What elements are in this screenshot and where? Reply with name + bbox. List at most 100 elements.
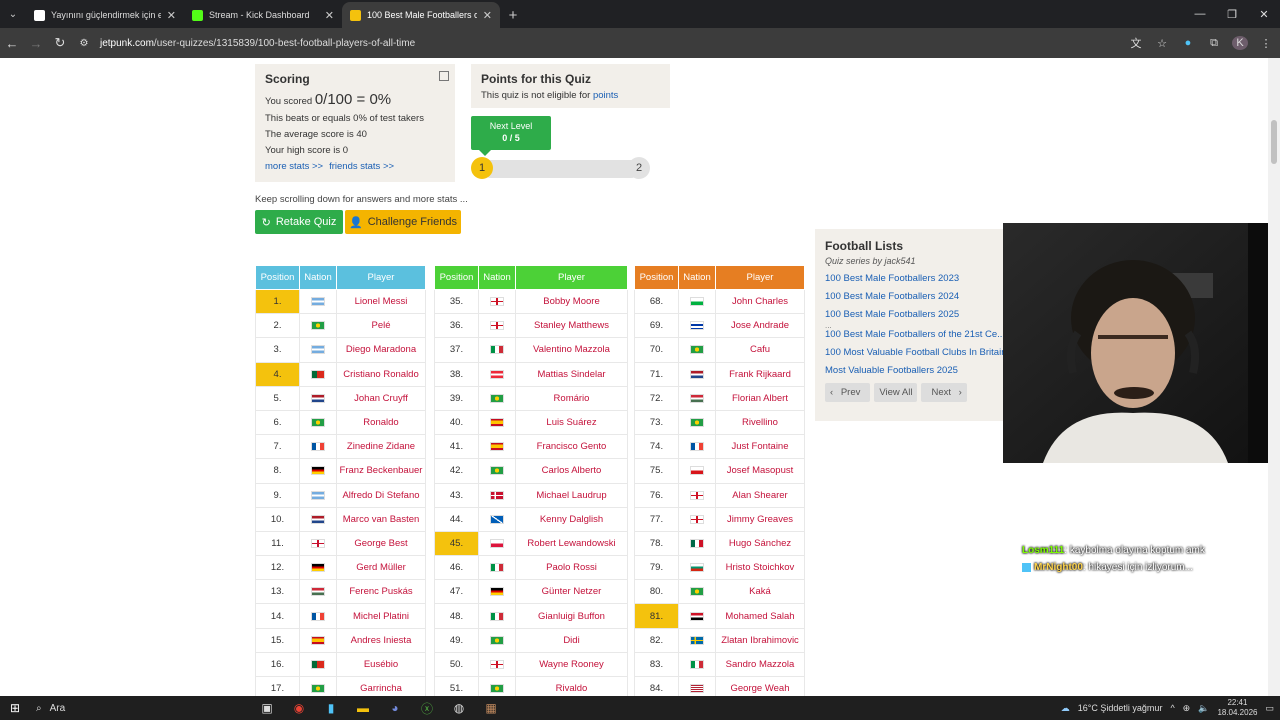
obs-icon[interactable]: ◍	[448, 698, 470, 718]
close-window-icon[interactable]: ✕	[1248, 0, 1280, 28]
retake-quiz-button[interactable]: ↻ Retake Quiz	[255, 210, 343, 234]
points-link[interactable]: points	[593, 90, 618, 101]
position-cell: 15.	[255, 627, 300, 653]
player-cell: Mattias Sindelar	[515, 361, 628, 387]
extension-icon[interactable]: ●	[1180, 37, 1196, 49]
nation-header: Nation	[478, 265, 516, 290]
notifications-icon[interactable]: ▭	[1265, 703, 1274, 714]
taskbar-apps: ▣ ◉ ▮ ▬ ◕ ⓧ ◍ ▦	[256, 698, 502, 718]
flag-icon	[690, 563, 704, 573]
volume-icon[interactable]: 🔈	[1198, 703, 1209, 714]
browser-tab[interactable]: 100 Best Male Footballers of All... ✕	[342, 2, 500, 28]
nation-cell	[478, 675, 516, 696]
taskbar-search[interactable]: ⌕ Ara	[30, 703, 220, 714]
flag-icon	[311, 684, 325, 694]
chrome-icon[interactable]: ◉	[288, 698, 310, 718]
start-icon[interactable]: ⊞	[0, 696, 30, 720]
table-row: 5. Johan Cruyff	[255, 385, 426, 411]
xbox-icon[interactable]: ⓧ	[416, 698, 438, 718]
series-quiz-link[interactable]: 100 Best Male Footballers of the 21st Ce…	[825, 329, 1005, 340]
extensions-puzzle-icon[interactable]: ⧉	[1206, 37, 1222, 50]
tab-title: 100 Best Male Footballers of All...	[367, 10, 477, 20]
nation-header: Nation	[678, 265, 716, 290]
discord-icon[interactable]: ◕	[384, 698, 406, 718]
chat-message: Losm111: kaybolma olayına koptum amk	[1022, 545, 1205, 556]
toolbar-right: 文 ☆ ● ⧉ K ⋮	[1128, 28, 1274, 58]
flag-icon	[490, 538, 504, 548]
browser-tab[interactable]: Yayınını güçlendirmek için en iyi... ✕	[26, 2, 184, 28]
clock[interactable]: 22:41 18.04.2026	[1217, 698, 1257, 718]
translate-icon[interactable]: 文	[1128, 35, 1144, 51]
scrollbar-thumb[interactable]	[1271, 120, 1277, 164]
table-row: 11. George Best	[255, 530, 426, 557]
prev-button[interactable]: ‹ Prev	[825, 383, 871, 402]
friends-stats-link[interactable]: friends stats >>	[329, 161, 394, 172]
score-value: 0/100 = 0%	[314, 91, 392, 108]
weather-text[interactable]: 16°C Şiddetli yağmur	[1078, 703, 1163, 713]
player-cell: Eusébio	[336, 651, 426, 678]
forward-icon[interactable]: →	[24, 28, 48, 58]
browser-menu-icon[interactable]: ⋮	[1258, 37, 1274, 50]
tab-close-icon[interactable]: ✕	[325, 9, 334, 22]
refresh-icon: ↻	[261, 216, 271, 229]
table-row: 76. Alan Shearer	[634, 482, 805, 508]
next-button[interactable]: Next ›	[921, 383, 967, 402]
nation-cell	[299, 434, 337, 460]
new-tab-button[interactable]: +	[500, 2, 526, 28]
series-quiz-link[interactable]: 100 Best Male Footballers 2024	[825, 291, 1005, 302]
position-cell: 8.	[255, 458, 300, 484]
tab-close-icon[interactable]: ✕	[167, 9, 176, 22]
tab-close-icon[interactable]: ✕	[483, 9, 492, 22]
prev-label: Prev	[835, 383, 866, 402]
flag-icon	[690, 418, 704, 428]
copy-icon[interactable]	[439, 71, 449, 81]
nation-cell	[678, 482, 716, 508]
nation-cell	[299, 288, 337, 315]
series-quiz-link[interactable]: 100 Most Valuable Football Clubs In Brit…	[825, 347, 1006, 358]
streamer-webcam-image	[1003, 223, 1268, 463]
position-cell: 81.	[634, 603, 679, 629]
points-panel: Points for this Quiz This quiz is not el…	[471, 64, 670, 108]
profile-avatar[interactable]: K	[1232, 36, 1248, 50]
table-row: 82. Zlatan Ibrahimovic	[634, 627, 805, 653]
network-icon[interactable]: ⊕	[1183, 703, 1191, 714]
flag-icon	[311, 563, 325, 573]
series-quiz-link[interactable]: 100 Best Male Footballers 2023	[825, 273, 1005, 284]
series-quiz-link[interactable]: 100 Best Male Footballers 2025	[825, 309, 1005, 320]
more-stats-link[interactable]: more stats >>	[265, 161, 323, 172]
url-field[interactable]: jetpunk.com/user-quizzes/1315839/100-bes…	[100, 38, 415, 49]
table-row: 8. Franz Beckenbauer	[255, 458, 426, 484]
game-icon[interactable]: ▦	[480, 698, 502, 718]
nation-cell	[478, 313, 516, 339]
nation-cell	[478, 385, 516, 411]
back-icon[interactable]: ←	[0, 28, 24, 58]
site-info-icon[interactable]: ⚙	[72, 28, 96, 58]
position-cell: 48.	[434, 603, 479, 629]
player-cell: Cafu	[715, 337, 805, 363]
tray-chevron-icon[interactable]: ^	[1170, 703, 1174, 713]
minimize-icon[interactable]: —	[1184, 0, 1216, 28]
app-icon[interactable]: ▮	[320, 698, 342, 718]
task-view-icon[interactable]: ▣	[256, 698, 278, 718]
reload-icon[interactable]: ↻	[48, 28, 72, 58]
flag-icon	[690, 684, 704, 694]
player-cell: Jose Andrade	[715, 313, 805, 339]
nation-cell	[299, 675, 337, 696]
position-cell: 39.	[434, 385, 479, 411]
series-quiz-link[interactable]: Most Valuable Footballers 2025	[825, 365, 1005, 376]
tab-search-button[interactable]: ⌄	[0, 0, 26, 28]
file-explorer-icon[interactable]: ▬	[352, 698, 374, 718]
restore-icon[interactable]: ❐	[1216, 0, 1248, 28]
position-cell: 7.	[255, 434, 300, 460]
flag-icon	[490, 587, 504, 597]
page-scrollbar[interactable]	[1268, 58, 1280, 696]
table-row: 81. Mohamed Salah	[634, 603, 805, 629]
bookmark-star-icon[interactable]: ☆	[1154, 37, 1170, 50]
challenge-friends-button[interactable]: 👤 Challenge Friends	[345, 210, 461, 234]
view-all-button[interactable]: View All	[874, 383, 918, 402]
browser-tab[interactable]: Stream - Kick Dashboard ✕	[184, 2, 342, 28]
position-cell: 44.	[434, 506, 479, 532]
points-title: Points for this Quiz	[481, 72, 591, 86]
series-links-group-2: 100 Best Male Footballers of the 21st Ce…	[825, 329, 1006, 376]
position-cell: 17.	[255, 675, 300, 696]
